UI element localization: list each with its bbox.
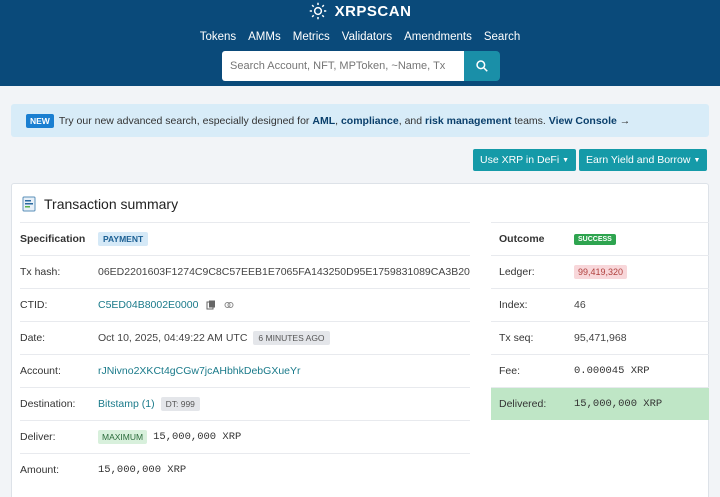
transaction-summary-card: Transaction summary Specification PAYMEN… bbox=[11, 183, 709, 497]
index-value: 46 bbox=[574, 299, 586, 311]
earn-button-label: Earn Yield and Borrow bbox=[586, 154, 691, 166]
fee-label: Fee: bbox=[499, 365, 521, 377]
search-button[interactable] bbox=[464, 51, 500, 81]
row-ctid: CTID: C5ED04B8002E0000 bbox=[20, 288, 470, 321]
row-specification: Specification PAYMENT bbox=[20, 222, 470, 255]
destination-link[interactable]: Bitstamp (1) bbox=[98, 398, 155, 410]
row-destination: Destination: Bitstamp (1) DT: 999 bbox=[20, 387, 470, 420]
banner-risk: risk management bbox=[425, 114, 512, 127]
row-delivered: Delivered: 15,000,000 XRP bbox=[491, 387, 709, 420]
txhash-value[interactable]: 06ED2201603F1274C9C8C57EEB1E7065FA143250… bbox=[98, 266, 470, 278]
tx-type-badge: PAYMENT bbox=[98, 232, 149, 246]
row-account: Account: rJNivno2XKCt4gCGw7jcAHbhkDebGXu… bbox=[20, 354, 470, 387]
ledger-link[interactable]: 99,419,320 bbox=[574, 265, 628, 279]
nav-amms[interactable]: AMMs bbox=[248, 31, 281, 43]
caret-down-icon: ▼ bbox=[562, 156, 570, 164]
banner-and: , and bbox=[398, 114, 423, 127]
nav-metrics[interactable]: Metrics bbox=[293, 31, 330, 43]
delivered-value: 15,000,000 XRP bbox=[574, 398, 663, 410]
ctid-value[interactable]: C5ED04B8002E0000 bbox=[98, 299, 198, 311]
site-header: XRPSCAN Tokens AMMs Metrics Validators A… bbox=[0, 0, 720, 86]
link-icon[interactable] bbox=[224, 300, 234, 310]
nav-amendments[interactable]: Amendments bbox=[404, 31, 472, 43]
search-icon bbox=[476, 60, 488, 72]
brand-name: XRPSCAN bbox=[334, 2, 412, 20]
caret-down-icon: ▼ bbox=[693, 156, 701, 164]
use-xrp-defi-button[interactable]: Use XRP in DeFi ▼ bbox=[473, 149, 577, 171]
account-link[interactable]: rJNivno2XKCt4gCGw7jcAHbhkDebGXueYr bbox=[98, 365, 301, 377]
txseq-value: 95,471,968 bbox=[574, 332, 627, 344]
arrow-right-icon: → bbox=[619, 114, 631, 127]
brand-logo[interactable]: XRPSCAN bbox=[0, 2, 720, 22]
document-icon bbox=[22, 196, 36, 212]
main-nav: Tokens AMMs Metrics Validators Amendment… bbox=[0, 31, 720, 43]
banner-text: Try our new advanced search, especially … bbox=[58, 114, 310, 127]
txhash-label: Tx hash: bbox=[20, 266, 61, 278]
row-index: Index: 46 bbox=[491, 288, 709, 321]
ledger-label: Ledger: bbox=[499, 266, 535, 278]
row-deliver: Deliver: MAXIMUM 15,000,000 XRP bbox=[20, 420, 470, 453]
sun-logo-icon bbox=[309, 2, 326, 20]
search-bar bbox=[222, 51, 500, 81]
specification-label: Specification bbox=[20, 233, 86, 245]
date-label: Date: bbox=[20, 332, 46, 344]
ctid-label: CTID: bbox=[20, 299, 48, 311]
new-badge: NEW bbox=[26, 113, 54, 128]
row-amount: Amount: 15,000,000 XRP bbox=[20, 453, 470, 486]
row-txhash: Tx hash: 06ED2201603F1274C9C8C57EEB1E706… bbox=[20, 255, 470, 288]
nav-tokens[interactable]: Tokens bbox=[200, 31, 236, 43]
destination-label: Destination: bbox=[20, 398, 76, 410]
fee-value: 0.000045 XRP bbox=[574, 365, 650, 377]
account-label: Account: bbox=[20, 365, 61, 377]
nav-validators[interactable]: Validators bbox=[342, 31, 392, 43]
date-value: Oct 10, 2025, 04:49:22 AM UTC bbox=[98, 332, 248, 344]
page-title: Transaction summary bbox=[44, 196, 179, 212]
card-title: Transaction summary bbox=[22, 196, 178, 212]
index-label: Index: bbox=[499, 299, 528, 311]
banner-aml: AML bbox=[312, 114, 336, 127]
deliver-value: 15,000,000 XRP bbox=[153, 431, 242, 443]
maximum-badge: MAXIMUM bbox=[98, 430, 148, 444]
outcome-label: Outcome bbox=[499, 233, 545, 245]
defi-button-label: Use XRP in DeFi bbox=[480, 154, 560, 166]
txseq-label: Tx seq: bbox=[499, 332, 534, 344]
delivered-label: Delivered: bbox=[499, 398, 547, 410]
nav-search[interactable]: Search bbox=[484, 31, 520, 43]
row-outcome: Outcome SUCCESS bbox=[491, 222, 709, 255]
row-ledger: Ledger: 99,419,320 bbox=[491, 255, 709, 288]
destination-tag-badge: DT: 999 bbox=[160, 397, 200, 411]
row-fee: Fee: 0.000045 XRP bbox=[491, 354, 709, 387]
search-input[interactable] bbox=[222, 51, 464, 81]
view-console-link[interactable]: View Console bbox=[549, 115, 617, 127]
advanced-search-banner: NEW Try our new advanced search, especia… bbox=[11, 104, 709, 137]
deliver-label: Deliver: bbox=[20, 431, 56, 443]
earn-yield-button[interactable]: Earn Yield and Borrow ▼ bbox=[579, 149, 708, 171]
amount-label: Amount: bbox=[20, 464, 60, 476]
row-date: Date: Oct 10, 2025, 04:49:22 AM UTC 6 MI… bbox=[20, 321, 470, 354]
row-txseq: Tx seq: 95,471,968 bbox=[491, 321, 709, 354]
amount-value: 15,000,000 XRP bbox=[98, 464, 187, 476]
banner-compliance: compliance bbox=[340, 114, 399, 127]
banner-teams: teams. bbox=[514, 114, 546, 127]
status-badge: SUCCESS bbox=[574, 233, 616, 245]
time-ago-badge: 6 MINUTES AGO bbox=[253, 331, 330, 345]
copy-icon[interactable] bbox=[206, 300, 216, 310]
banner-comma: , bbox=[335, 114, 339, 127]
